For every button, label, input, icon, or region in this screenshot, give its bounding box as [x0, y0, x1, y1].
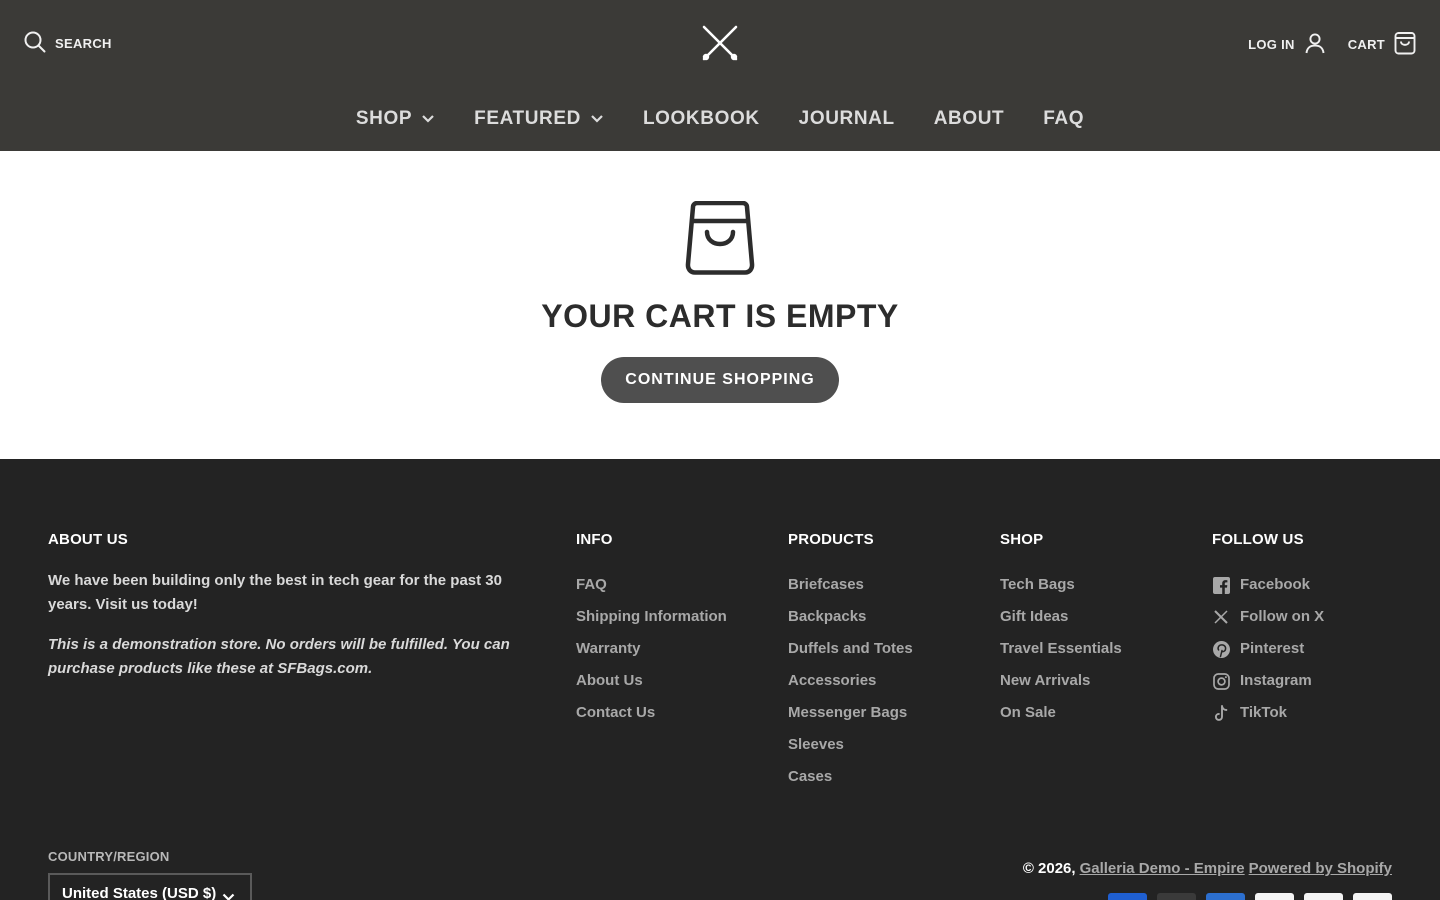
footer-link-gift-ideas[interactable]: Gift Ideas	[1000, 601, 1122, 633]
chevron-down-icon	[421, 108, 435, 130]
social-link-facebook[interactable]: Facebook	[1212, 569, 1324, 601]
footer-link-tech-bags[interactable]: Tech Bags	[1000, 569, 1122, 601]
empty-cart-section: YOUR CART IS EMPTY CONTINUE SHOPPING	[0, 151, 1440, 459]
nav-item-faq[interactable]: FAQ	[1043, 104, 1084, 134]
demo-store-note: This is a demonstration store. No orders…	[48, 636, 510, 677]
country-value: United States (USD $)	[62, 885, 217, 900]
crossed-tools-logo-icon	[702, 25, 738, 61]
footer-link-briefcases[interactable]: Briefcases	[788, 569, 913, 601]
footer-link-on-sale[interactable]: On Sale	[1000, 697, 1122, 729]
diners-club-icon	[1304, 893, 1343, 900]
footer-link-new-arrivals[interactable]: New Arrivals	[1000, 665, 1122, 697]
site-footer: ABOUT US We have been building only the …	[0, 459, 1440, 900]
footer-link-backpacks[interactable]: Backpacks	[788, 601, 913, 633]
payment-icons	[1108, 893, 1392, 900]
paypal-icon	[1255, 893, 1294, 900]
nav-item-lookbook[interactable]: LOOKBOOK	[643, 104, 760, 134]
chevron-down-icon	[590, 108, 604, 130]
copyright: © 2026, Galleria Demo - Empire Powered b…	[1023, 860, 1392, 877]
nav-item-journal[interactable]: JOURNAL	[799, 104, 895, 134]
social-link-x[interactable]: Follow on X	[1212, 601, 1324, 633]
footer-shop-column: SHOP Tech Bags Gift Ideas Travel Essenti…	[1000, 531, 1122, 729]
footer-link-travel-essentials[interactable]: Travel Essentials	[1000, 633, 1122, 665]
tiktok-icon	[1212, 704, 1230, 722]
nav-item-shop[interactable]: SHOP	[356, 104, 435, 134]
store-name-link[interactable]: Galleria Demo - Empire	[1080, 860, 1245, 877]
footer-heading: SHOP	[1000, 531, 1044, 548]
login-label: LOG IN	[1248, 37, 1295, 52]
nav-label: SHOP	[355, 108, 413, 129]
footer-info-column: INFO FAQ Shipping Information Warranty A…	[576, 531, 727, 729]
mastercard-icon	[1157, 893, 1196, 900]
site-header: SEARCH LOG IN CART SHOP FEATURED LOOKBOO…	[0, 0, 1440, 151]
login-link[interactable]: LOG IN	[1248, 32, 1326, 57]
footer-link-sleeves[interactable]: Sleeves	[788, 729, 913, 761]
nav-label: FAQ	[1043, 108, 1085, 129]
social-label: Pinterest	[1240, 640, 1305, 657]
x-icon	[1212, 608, 1230, 626]
footer-heading: INFO	[576, 531, 613, 548]
chevron-down-icon	[222, 889, 235, 900]
cart-label: CART	[1347, 37, 1385, 52]
footer-link-cases[interactable]: Cases	[788, 761, 913, 793]
nav-item-featured[interactable]: FEATURED	[474, 104, 604, 134]
about-text: We have been building only the best in t…	[48, 572, 502, 613]
pinterest-icon	[1212, 640, 1230, 658]
nav-label: LOOKBOOK	[642, 108, 760, 129]
nav-label: FEATURED	[474, 108, 581, 129]
footer-link-shipping-information[interactable]: Shipping Information	[576, 601, 727, 633]
search-button[interactable]: SEARCH	[24, 31, 112, 56]
user-icon	[1304, 32, 1326, 57]
empty-shopping-bag-icon	[684, 200, 756, 275]
footer-link-about-us[interactable]: About Us	[576, 665, 727, 697]
footer-link-faq[interactable]: FAQ	[576, 569, 727, 601]
footer-follow-column: FOLLOW US Facebook Follow on X Pinterest…	[1212, 531, 1324, 729]
nav-item-about[interactable]: ABOUT	[934, 104, 1005, 134]
footer-heading: ABOUT US	[48, 531, 128, 548]
social-label: Instagram	[1240, 672, 1312, 689]
country-region-label: COUNTRY/REGION	[48, 849, 170, 864]
footer-link-accessories[interactable]: Accessories	[788, 665, 913, 697]
nav-label: JOURNAL	[798, 108, 895, 129]
shopping-bag-icon	[1394, 31, 1416, 58]
instagram-icon	[1212, 672, 1230, 690]
page-title: YOUR CART IS EMPTY	[541, 298, 899, 334]
nav-label: ABOUT	[933, 108, 1005, 129]
footer-link-warranty[interactable]: Warranty	[576, 633, 727, 665]
social-label: Facebook	[1240, 576, 1311, 593]
continue-shopping-button[interactable]: CONTINUE SHOPPING	[601, 357, 839, 403]
search-icon	[24, 31, 46, 56]
search-label: SEARCH	[55, 36, 112, 51]
footer-link-messenger-bags[interactable]: Messenger Bags	[788, 697, 913, 729]
store-logo[interactable]	[700, 23, 740, 63]
visa-icon	[1353, 893, 1392, 900]
footer-about-column: ABOUT US We have been building only the …	[48, 531, 528, 681]
social-link-tiktok[interactable]: TikTok	[1212, 697, 1324, 729]
facebook-icon	[1212, 576, 1230, 594]
social-label: TikTok	[1240, 704, 1287, 721]
footer-link-duffels-and-totes[interactable]: Duffels and Totes	[788, 633, 913, 665]
footer-products-column: PRODUCTS Briefcases Backpacks Duffels an…	[788, 531, 913, 793]
footer-link-contact-us[interactable]: Contact Us	[576, 697, 727, 729]
cart-link[interactable]: CART	[1348, 31, 1416, 58]
amex-card-icon	[1108, 893, 1147, 900]
header-account-area: LOG IN CART	[1248, 31, 1416, 58]
social-label: Follow on X	[1240, 608, 1325, 625]
social-link-pinterest[interactable]: Pinterest	[1212, 633, 1324, 665]
footer-heading: PRODUCTS	[788, 531, 874, 548]
country-region-selector[interactable]: United States (USD $)	[48, 873, 252, 900]
powered-by-shopify-link[interactable]: Powered by Shopify	[1249, 860, 1392, 877]
footer-heading: FOLLOW US	[1212, 531, 1304, 548]
main-navigation: SHOP FEATURED LOOKBOOK JOURNAL ABOUT FAQ	[0, 104, 1440, 134]
american-express-icon	[1206, 893, 1245, 900]
copyright-prefix: © 2026,	[1022, 860, 1076, 877]
social-link-instagram[interactable]: Instagram	[1212, 665, 1324, 697]
